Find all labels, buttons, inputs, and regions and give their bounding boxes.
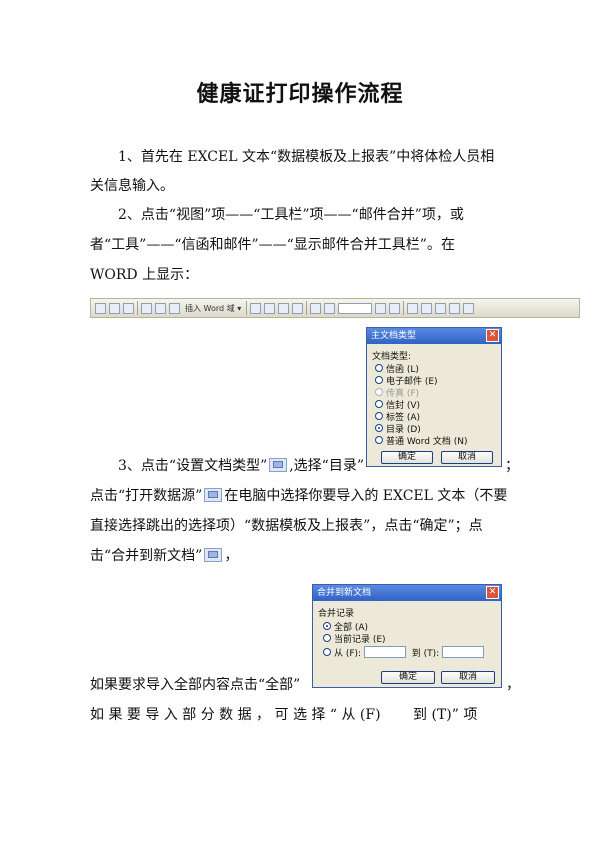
insert-word-field-button[interactable]: 插入 Word 域 ▾: [183, 303, 243, 314]
close-icon[interactable]: ✕: [486, 586, 499, 599]
radio-selected-icon: [323, 622, 331, 630]
radio-icon: [323, 648, 331, 656]
dialog-title: 合并到新文档: [317, 588, 372, 598]
dialog-title-bar: 主文档类型 ✕: [367, 328, 501, 344]
radio-icon: [375, 400, 383, 408]
merge-to-new-doc-icon[interactable]: [435, 302, 447, 314]
close-icon[interactable]: ✕: [486, 329, 499, 342]
doc-type-option-label[interactable]: 标签 (A): [375, 410, 467, 423]
merge-option-all[interactable]: 全部 (A): [323, 620, 484, 633]
merge-record-options: 全部 (A) 当前记录 (E) 从 (F): 到 (T):: [323, 620, 484, 660]
merge-to-new-document-dialog: 合并到新文档 ✕ 合并记录 全部 (A) 当前记录 (E) 从 (F): 到 (…: [312, 584, 502, 688]
address-block-icon[interactable]: [141, 302, 152, 314]
mail-merge-toolbar: 插入 Word 域 ▾: [90, 298, 580, 318]
doc-type-group-label: 文档类型:: [372, 352, 412, 362]
radio-icon: [375, 376, 383, 384]
step3-line2-b: 在电脑中选择你要导入的 EXCEL 文本（不要: [224, 488, 508, 504]
doc-type-option-directory[interactable]: 目录 (D): [375, 422, 467, 435]
match-fields-icon[interactable]: [278, 302, 290, 314]
radio-icon: [375, 436, 383, 444]
radio-icon: [375, 412, 383, 420]
find-entry-icon[interactable]: [407, 302, 419, 314]
doc-type-options: 信函 (L) 电子邮件 (E) 传真 (F) 信封 (V) 标签 (A) 目录 …: [375, 362, 467, 447]
toolbar-separator: [246, 301, 248, 315]
last-record-icon[interactable]: [389, 302, 401, 314]
doc-type-icon[interactable]: [95, 302, 106, 314]
previous-record-icon[interactable]: [324, 302, 336, 314]
merge-records-group-label: 合并记录: [318, 609, 355, 619]
step4-line1: 如果要求导入全部内容点击“全部”: [90, 677, 301, 693]
first-record-icon[interactable]: [310, 302, 322, 314]
set-doc-type-icon: [269, 458, 288, 472]
propagate-labels-icon[interactable]: [292, 302, 304, 314]
to-record-input[interactable]: [442, 646, 484, 658]
merge-to-new-doc-icon: [204, 548, 223, 562]
doc-type-option-email[interactable]: 电子邮件 (E): [375, 374, 467, 387]
open-datasource-icon[interactable]: [109, 302, 120, 314]
toolbar-separator: [306, 301, 308, 315]
step3-line4-b: ，: [224, 548, 239, 564]
radio-icon: [375, 388, 383, 396]
doc-type-option-normal[interactable]: 普通 Word 文档 (N): [375, 434, 467, 447]
step2-line2: 者“工具”——“信函和邮件”——“显示邮件合并工具栏”。在: [90, 237, 455, 253]
step1-line2: 关信息输入。: [90, 178, 174, 194]
main-document-type-dialog: 主文档类型 ✕ 文档类型: 信函 (L) 电子邮件 (E) 传真 (F) 信封 …: [366, 327, 502, 467]
greeting-icon[interactable]: [155, 302, 166, 314]
toolbar-separator: [137, 301, 138, 315]
step2-line3: WORD 上显示：: [90, 267, 199, 283]
insert-field-icon[interactable]: [169, 302, 180, 314]
merge-option-current[interactable]: 当前记录 (E): [323, 632, 484, 645]
record-number-input[interactable]: [338, 302, 373, 314]
step1-line1: 1、首先在 EXCEL 文本“数据模板及上报表”中将体检人员相: [118, 149, 495, 165]
merge-to-email-icon[interactable]: [463, 302, 475, 314]
doc-type-option-letter[interactable]: 信函 (L): [375, 362, 467, 375]
step3-text-b: ,选择“目录”: [289, 458, 364, 474]
merge-to-printer-icon[interactable]: [449, 302, 461, 314]
doc-type-option-envelope[interactable]: 信封 (V): [375, 398, 467, 411]
from-record-input[interactable]: [363, 646, 406, 658]
step3-line2-a: 点击“打开数据源”: [90, 488, 203, 504]
step3-line1: 3、点击“设置文档类型” ,选择“目录”: [90, 458, 514, 474]
step3-line3: 直接选择跳出的选择项）“数据模板及上报表”，点击“确定”；点: [90, 518, 483, 534]
radio-selected-icon: [375, 424, 383, 432]
highlight-fields-icon[interactable]: [264, 302, 276, 314]
step3-line4: 击“合并到新文档” ，: [90, 548, 514, 564]
dialog-title: 主文档类型: [371, 331, 417, 341]
step3-semicolon: ；: [505, 458, 519, 474]
step3-line2: 点击“打开数据源” 在电脑中选择你要导入的 EXCEL 文本（不要: [90, 488, 514, 504]
check-errors-icon[interactable]: [421, 302, 433, 314]
step4-comma: ，: [506, 677, 520, 693]
step3-line4-a: 击“合并到新文档”: [90, 548, 203, 564]
step4-line2: 如 果 要 导 入 部 分 数 据 ， 可 选 择 “ 从 (F) 到 (T)”…: [90, 707, 478, 723]
next-record-icon[interactable]: [375, 302, 387, 314]
open-datasource-icon: [204, 488, 223, 502]
doc-type-option-fax: 传真 (F): [375, 386, 467, 399]
step2-line1: 2、点击“视图”项——“工具栏”项——“邮件合并”项，或: [118, 207, 464, 223]
dialog-title-bar: 合并到新文档 ✕: [313, 585, 501, 601]
page-title: 健康证打印操作流程: [196, 82, 404, 107]
to-label: 到 (T):: [411, 648, 440, 659]
recipients-icon[interactable]: [123, 302, 134, 314]
step3-text-a: 3、点击“设置文档类型”: [118, 458, 268, 474]
radio-icon: [375, 364, 383, 372]
toolbar-separator: [403, 301, 405, 315]
document-page: 健康证打印操作流程 1、首先在 EXCEL 文本“数据模板及上报表”中将体检人员…: [0, 0, 600, 848]
radio-icon: [323, 634, 331, 642]
view-merged-icon[interactable]: [250, 302, 262, 314]
merge-option-from[interactable]: 从 (F): 到 (T):: [323, 644, 484, 660]
